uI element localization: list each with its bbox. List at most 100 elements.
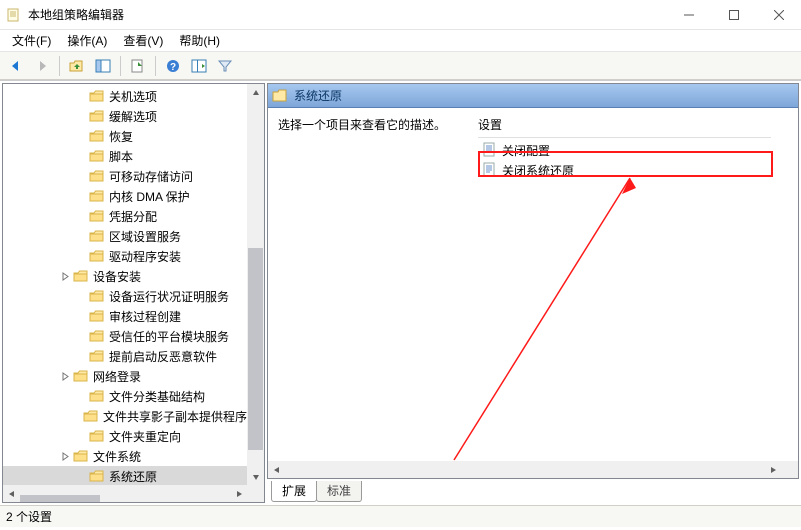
help-button[interactable]: ? [161,54,185,78]
window-title: 本地组策略编辑器 [28,6,124,23]
tree-item-label: 凭据分配 [109,208,157,225]
description-text: 选择一个项目来查看它的描述。 [278,116,478,453]
tree-item-label: 设备运行状况证明服务 [109,288,229,305]
folder-icon [89,468,105,484]
scroll-right-icon[interactable] [764,461,781,478]
tree-item[interactable]: 文件夹重定向 [3,426,247,446]
maximize-button[interactable] [711,0,756,29]
toolbar-separator [120,56,121,76]
tree-item[interactable]: 内核 DMA 保护 [3,186,247,206]
tree-item[interactable]: 系统还原 [3,466,247,485]
tree-item-label: 文件夹重定向 [109,428,181,445]
details-body: 系统还原 选择一个项目来查看它的描述。 设置 关闭配置关闭系统还原 [267,83,799,479]
tabs-row: 扩展 标准 [267,481,799,503]
policy-icon [482,142,498,158]
back-button[interactable] [4,54,28,78]
setting-item-label: 关闭系统还原 [502,162,574,179]
scroll-left-icon[interactable] [268,461,285,478]
horizontal-scrollbar[interactable] [3,485,247,502]
tree-item[interactable]: 缓解选项 [3,106,247,126]
expander-icon[interactable] [59,450,71,462]
folder-icon [73,448,89,464]
statusbar: 2 个设置 [0,505,801,527]
tree-item-label: 驱动程序安装 [109,248,181,265]
tree-item[interactable]: 设备运行状况证明服务 [3,286,247,306]
folder-icon [89,428,105,444]
tree-item[interactable]: 文件分类基础结构 [3,386,247,406]
folder-icon [89,208,105,224]
close-button[interactable] [756,0,801,29]
tree-item[interactable]: 凭据分配 [3,206,247,226]
content-area: 选择一个项目来查看它的描述。 设置 关闭配置关闭系统还原 [268,108,781,461]
expander-icon[interactable] [59,270,71,282]
folder-icon [272,88,288,104]
folder-icon [73,268,89,284]
window-controls [666,0,801,29]
folder-icon [89,288,105,304]
scroll-up-icon[interactable] [247,84,264,101]
menu-help[interactable]: 帮助(H) [171,30,228,51]
tree-item[interactable]: 文件系统 [3,446,247,466]
scroll-down-icon[interactable] [247,468,264,485]
expander-icon[interactable] [59,370,71,382]
up-button[interactable] [65,54,89,78]
details-header-title: 系统还原 [294,87,342,104]
folder-icon [83,408,99,424]
tree-item[interactable]: 提前启动反恶意软件 [3,346,247,366]
export-button[interactable] [126,54,150,78]
minimize-button[interactable] [666,0,711,29]
folder-icon [89,348,105,364]
tree-item[interactable]: 可移动存储访问 [3,166,247,186]
settings-column-header[interactable]: 设置 [478,116,771,138]
settings-column: 设置 关闭配置关闭系统还原 [478,116,771,453]
titlebar: 本地组策略编辑器 [0,0,801,30]
tree-item-label: 受信任的平台模块服务 [109,328,229,345]
tree-item[interactable]: 脚本 [3,146,247,166]
folder-icon [89,308,105,324]
forward-button[interactable] [30,54,54,78]
menu-view[interactable]: 查看(V) [115,30,171,51]
tree-item-label: 系统还原 [109,468,157,485]
vertical-scrollbar[interactable] [247,84,264,485]
svg-text:?: ? [170,62,176,73]
tree-item[interactable]: 驱动程序安装 [3,246,247,266]
folder-icon [89,228,105,244]
filter-button[interactable] [213,54,237,78]
tree-item-label: 提前启动反恶意软件 [109,348,217,365]
tree-pane: 关机选项缓解选项恢复脚本可移动存储访问内核 DMA 保护凭据分配区域设置服务驱动… [2,83,265,503]
setting-item[interactable]: 关闭配置 [478,140,771,160]
scroll-corner [247,485,264,502]
tree-item[interactable]: 设备安装 [3,266,247,286]
tree-item-label: 区域设置服务 [109,228,181,245]
folder-icon [89,388,105,404]
tree-item[interactable]: 审核过程创建 [3,306,247,326]
details-horizontal-scrollbar[interactable] [268,461,781,478]
scroll-right-icon[interactable] [230,485,247,502]
tree-item-label: 可移动存储访问 [109,168,193,185]
tree-item[interactable]: 区域设置服务 [3,226,247,246]
menu-action[interactable]: 操作(A) [59,30,115,51]
tree-item-label: 网络登录 [93,368,141,385]
details-header: 系统还原 [268,84,798,108]
tree-item-label: 缓解选项 [109,108,157,125]
show-hide-tree-button[interactable] [91,54,115,78]
tree-item[interactable]: 受信任的平台模块服务 [3,326,247,346]
setting-item-label: 关闭配置 [502,142,550,159]
toolbar-separator [59,56,60,76]
folder-icon [89,108,105,124]
menu-file[interactable]: 文件(F) [4,30,59,51]
folder-icon [89,128,105,144]
tree-item[interactable]: 恢复 [3,126,247,146]
tree-item[interactable]: 网络登录 [3,366,247,386]
folder-icon [89,88,105,104]
tree-item[interactable]: 文件共享影子副本提供程序 [3,406,247,426]
main-split: 关机选项缓解选项恢复脚本可移动存储访问内核 DMA 保护凭据分配区域设置服务驱动… [0,80,801,505]
app-icon [6,7,22,23]
tree-item[interactable]: 关机选项 [3,86,247,106]
tree-view[interactable]: 关机选项缓解选项恢复脚本可移动存储访问内核 DMA 保护凭据分配区域设置服务驱动… [3,84,247,485]
tab-extended[interactable]: 扩展 [271,481,317,502]
extended-view-button[interactable] [187,54,211,78]
scroll-left-icon[interactable] [3,485,20,502]
setting-item[interactable]: 关闭系统还原 [478,160,771,180]
tab-standard[interactable]: 标准 [316,481,362,502]
